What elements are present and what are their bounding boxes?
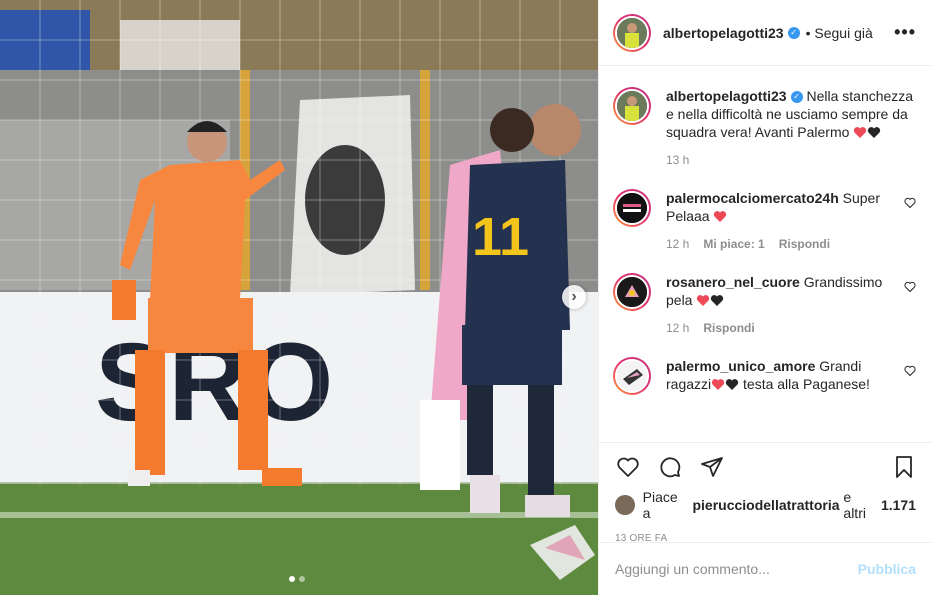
comment-time: 12 h — [666, 321, 690, 335]
share-paper-plane-icon[interactable] — [699, 455, 725, 479]
post-side-panel: albertopelagotti23 ✓ • Segui già ••• alb… — [598, 0, 932, 595]
comment-username[interactable]: palermocalciomercato24h — [666, 190, 839, 206]
more-options-icon[interactable]: ••• — [894, 22, 916, 43]
liker-avatar[interactable] — [615, 495, 635, 515]
follow-status[interactable]: • Segui già — [806, 25, 873, 41]
comment-likes[interactable]: Mi piace: 1 — [703, 235, 764, 253]
reply-button[interactable]: Rispondi — [703, 319, 754, 337]
caption-avatar[interactable] — [613, 87, 651, 125]
photo-scene: SRO 11 — [0, 0, 598, 595]
black-heart-icon — [725, 379, 739, 390]
publish-button[interactable]: Pubblica — [858, 561, 916, 577]
like-heart-icon[interactable] — [615, 455, 641, 479]
carousel-dot-2 — [299, 576, 305, 582]
author-username[interactable]: albertopelagotti23 — [663, 25, 784, 41]
carousel-next-button[interactable]: › — [562, 285, 586, 309]
caption-time: 13 h — [666, 153, 690, 167]
player-number: 11 — [472, 207, 529, 267]
red-heart-icon — [711, 379, 725, 390]
comment-item: rosanero_nel_cuore Grandissimo pela 12 h… — [613, 273, 916, 337]
like-comment-heart-icon[interactable] — [904, 365, 916, 377]
likes-summary: Piace a pierucciodellatrattoria e altri … — [615, 489, 916, 521]
red-heart-icon — [697, 295, 710, 306]
verified-badge-icon: ✓ — [787, 26, 800, 39]
likes-suffix: e altri — [843, 489, 866, 521]
comment-bubble-icon[interactable] — [657, 455, 683, 479]
comment-username[interactable]: palermo_unico_amore — [666, 358, 815, 374]
comment-username[interactable]: rosanero_nel_cuore — [666, 274, 800, 290]
comment-input[interactable] — [615, 561, 858, 577]
red-heart-icon — [714, 211, 727, 222]
comment-time: 12 h — [666, 237, 690, 251]
commenter-avatar[interactable] — [613, 273, 651, 311]
liker-username[interactable]: pierucciodellatrattoria — [692, 497, 839, 513]
commenter-avatar[interactable] — [613, 357, 651, 395]
reply-button[interactable]: Rispondi — [779, 235, 830, 253]
commenter-avatar[interactable] — [613, 189, 651, 227]
comment-item: palermo_unico_amore Grandi ragazzi testa… — [613, 357, 916, 395]
post-actions: Piace a pierucciodellatrattoria e altri … — [599, 442, 932, 544]
carousel-dot-1 — [289, 576, 295, 582]
black-heart-icon — [711, 295, 724, 306]
likes-prefix: Piace a — [642, 489, 678, 521]
black-heart-icon — [868, 127, 881, 138]
comment-item: palermocalciomercato24h Super Pelaaa 12 … — [613, 189, 916, 253]
red-heart-icon — [854, 127, 867, 138]
caption-username[interactable]: albertopelagotti23 — [666, 88, 787, 104]
likes-count[interactable]: 1.171 — [881, 497, 916, 513]
like-comment-heart-icon[interactable] — [904, 197, 916, 209]
bookmark-icon[interactable] — [892, 455, 916, 479]
post-photo[interactable]: SRO 11 › — [0, 0, 598, 595]
verified-badge-icon: ✓ — [790, 91, 803, 104]
like-comment-heart-icon[interactable] — [904, 281, 916, 293]
caption-text-2: Avanti Palermo — [754, 124, 850, 140]
post-header: albertopelagotti23 ✓ • Segui già ••• — [599, 0, 932, 66]
caption: albertopelagotti23 ✓ Nella stanchezza e n… — [613, 87, 916, 169]
comment-text-2: testa alla Paganese! — [743, 376, 870, 392]
add-comment-bar: Pubblica — [599, 542, 932, 595]
carousel-indicator — [289, 576, 305, 582]
comments-list[interactable]: albertopelagotti23 ✓ Nella stanchezza e n… — [599, 67, 932, 441]
author-avatar[interactable] — [613, 13, 651, 52]
